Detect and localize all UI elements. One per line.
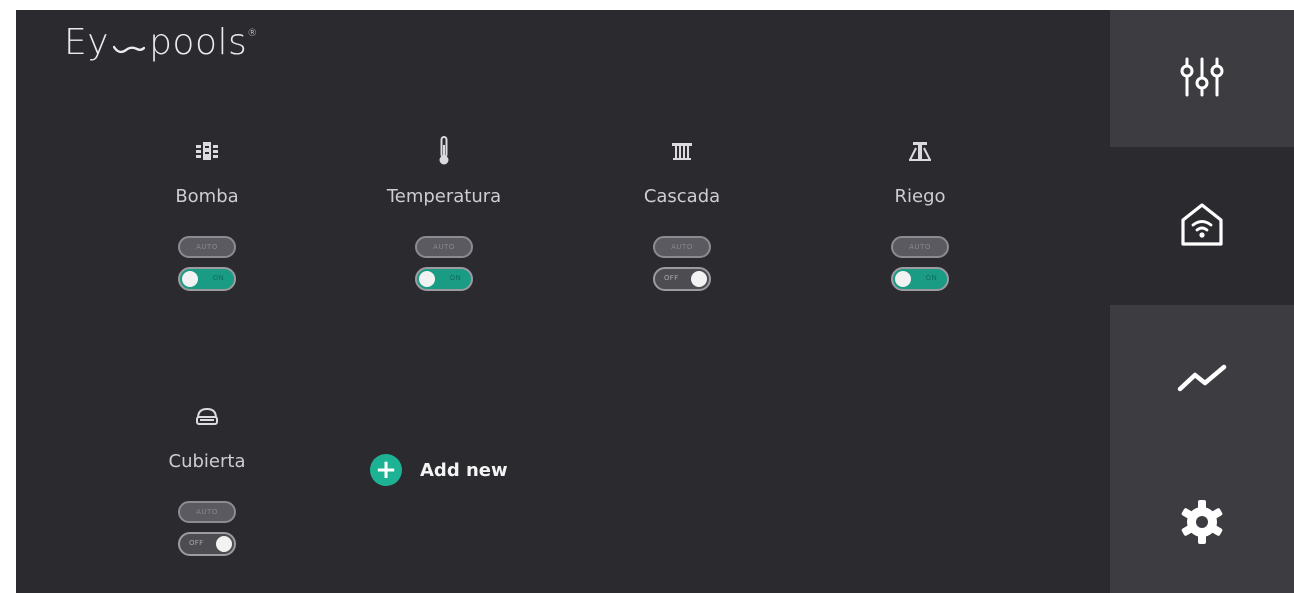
pump-icon <box>194 138 220 164</box>
device-card-riego: Riego AUTO ON <box>820 138 1020 291</box>
smart-home-icon <box>1178 200 1226 252</box>
device-label: Riego <box>894 186 946 207</box>
sidebar-nav <box>1110 10 1294 593</box>
sidebar-item-stats[interactable] <box>1110 305 1294 455</box>
device-card-bomba: Bomba AUTO ON <box>107 138 307 291</box>
power-switch[interactable]: OFF <box>653 267 711 291</box>
thermometer-icon <box>431 136 457 165</box>
auto-label: AUTO <box>196 243 218 251</box>
sidebar-item-settings[interactable] <box>1110 455 1294 593</box>
switch-state-label: OFF <box>189 539 204 547</box>
device-card-temperatura: Temperatura AUTO ON <box>344 136 544 291</box>
auto-label: AUTO <box>196 508 218 516</box>
device-card-cascada: Cascada AUTO OFF <box>582 138 782 291</box>
add-new-label: Add new <box>420 459 508 481</box>
wave-icon <box>112 24 146 65</box>
auto-label: AUTO <box>433 243 455 251</box>
sliders-icon <box>1179 57 1225 101</box>
switch-state-label: ON <box>925 274 937 282</box>
power-switch[interactable]: ON <box>891 267 949 291</box>
device-label: Bomba <box>175 186 239 207</box>
switch-knob <box>895 271 911 287</box>
sidebar-item-controls[interactable] <box>1110 10 1294 147</box>
main-panel: Ey pools® Bomba AUTO ON Temperatura AUTO… <box>16 10 1110 593</box>
auto-mode-toggle[interactable]: AUTO <box>415 236 473 258</box>
auto-mode-toggle[interactable]: AUTO <box>178 236 236 258</box>
switch-state-label: OFF <box>664 274 679 282</box>
registered-mark: ® <box>247 28 258 39</box>
plus-icon: + <box>370 454 402 486</box>
add-new-button[interactable]: + Add new <box>370 454 508 486</box>
device-label: Cascada <box>643 186 721 207</box>
switch-knob <box>691 271 707 287</box>
logo-text-left: Ey <box>64 22 110 63</box>
switch-knob <box>182 271 198 287</box>
device-card-cubierta: Cubierta AUTO OFF <box>107 403 307 556</box>
waterfall-icon <box>669 138 695 164</box>
app-screen: Ey pools® Bomba AUTO ON Temperatura AUTO… <box>16 10 1294 593</box>
auto-label: AUTO <box>671 243 693 251</box>
power-switch[interactable]: ON <box>178 267 236 291</box>
auto-label: AUTO <box>909 243 931 251</box>
app-logo: Ey pools® <box>64 22 258 65</box>
sidebar-item-home[interactable] <box>1110 147 1294 305</box>
logo-text-right: pools <box>149 22 248 63</box>
device-label: Cubierta <box>168 451 246 472</box>
switch-knob <box>419 271 435 287</box>
irrigation-icon <box>907 138 933 164</box>
auto-mode-toggle[interactable]: AUTO <box>891 236 949 258</box>
power-switch[interactable]: OFF <box>178 532 236 556</box>
device-label: Temperatura <box>386 186 502 207</box>
switch-state-label: ON <box>212 274 224 282</box>
auto-mode-toggle[interactable]: AUTO <box>178 501 236 523</box>
pool-cover-icon <box>194 403 220 429</box>
switch-state-label: ON <box>449 274 461 282</box>
trend-line-icon <box>1177 363 1227 397</box>
switch-knob <box>216 536 232 552</box>
power-switch[interactable]: ON <box>415 267 473 291</box>
gear-icon <box>1179 499 1225 549</box>
auto-mode-toggle[interactable]: AUTO <box>653 236 711 258</box>
